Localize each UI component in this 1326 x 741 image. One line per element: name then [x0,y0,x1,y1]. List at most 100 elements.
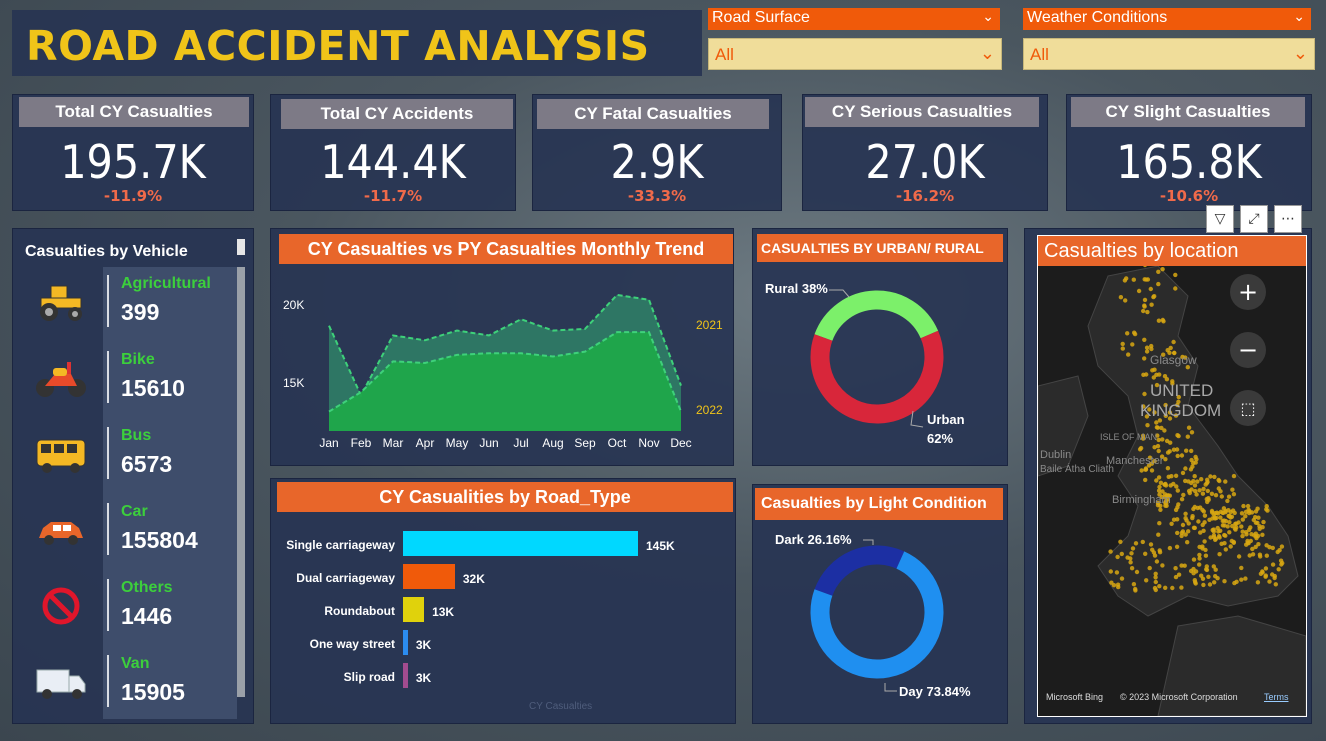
vehicle-name: Car [121,503,148,520]
location-point [1173,507,1179,513]
kpi-card-slight-casualties[interactable]: CY Slight Casualties 165.8K -10.6% [1066,94,1312,211]
location-point [1227,520,1232,525]
road-type-panel[interactable]: CY Casualities by Road_Type Single carri… [270,478,736,724]
location-point [1277,548,1282,553]
bar-category-label: One way street [309,637,395,651]
location-point [1125,555,1130,560]
location-point [1188,467,1194,472]
select-area-button[interactable]: ⬚ [1230,390,1266,426]
zoom-in-button[interactable]: + [1230,274,1266,310]
map-label: Glasgow [1150,353,1197,367]
location-point [1263,573,1268,578]
location-point [1179,585,1184,590]
location-point [1225,498,1230,504]
location-point [1190,515,1195,521]
location-point [1186,521,1191,526]
location-point [1206,574,1211,579]
series-label-2021: 2021 [696,318,723,332]
focus-mode-icon[interactable]: ⤢ [1240,205,1268,233]
weather-dropdown[interactable]: All ⌄ [1023,38,1315,70]
location-point [1142,356,1147,361]
list-item[interactable]: Bike 15610 [13,343,253,413]
location-point [1166,474,1171,479]
chevron-down-icon[interactable]: ⌄ [980,43,995,64]
kpi-card-serious-casualties[interactable]: CY Serious Casualties 27.0K -16.2% [802,94,1048,211]
trend-chart-panel[interactable]: CY Casualties vs PY Casualties Monthly T… [270,228,734,466]
location-point [1255,520,1260,526]
location-point [1192,525,1197,531]
chevron-down-icon[interactable]: ⌄ [982,8,994,25]
more-options-icon[interactable]: ⋯ [1274,205,1302,233]
x-tick-label: Nov [638,436,659,450]
location-point [1186,425,1192,430]
location-point [1193,460,1198,465]
location-point [1168,440,1173,445]
location-point [1158,507,1163,512]
location-point [1139,468,1144,473]
location-point [1261,519,1266,525]
map-canvas[interactable]: Glasgow UNITED KINGDOM ISLE OF MAN Dubli… [1037,235,1307,717]
location-point [1124,276,1129,281]
bar[interactable] [403,663,408,688]
list-item[interactable]: Van 15905 [13,647,253,717]
location-point [1145,309,1150,315]
location-point [1245,503,1251,509]
location-point [1222,541,1227,546]
location-point [1247,509,1252,514]
location-point [1219,494,1224,499]
list-item[interactable]: Agricultural 399 [13,267,253,337]
location-point [1191,506,1196,512]
location-point [1174,544,1180,549]
location-point [1228,544,1233,549]
location-point [1214,515,1219,521]
filter-icon[interactable]: ▽ [1206,205,1234,233]
chevron-down-icon[interactable]: ⌄ [1293,8,1305,25]
list-item[interactable]: Others 1446 [13,571,253,641]
location-point [1260,532,1265,537]
location-point [1201,486,1206,492]
zoom-out-button[interactable]: − [1230,332,1266,368]
location-point [1197,552,1202,558]
location-point [1157,521,1162,526]
location-point [1175,530,1180,536]
scroll-up-handle[interactable] [237,239,245,255]
bar[interactable] [403,531,638,556]
bar[interactable] [403,597,425,622]
urban-rural-donut[interactable] [753,269,1009,465]
list-item[interactable]: Bus 6573 [13,419,253,489]
kpi-card-fatal-casualties[interactable]: CY Fatal Casualties 2.9K -33.3% [532,94,782,211]
urban-rural-panel[interactable]: CASUALTIES BY URBAN/ RURAL Rural 38% Urb… [752,228,1008,466]
x-tick-label: Sep [574,436,596,450]
location-point [1191,557,1197,562]
location-point [1144,578,1149,583]
location-point [1108,549,1113,554]
vehicle-value: 6573 [121,451,173,477]
list-item[interactable]: Car 155804 [13,495,253,565]
road-surface-dropdown[interactable]: All ⌄ [708,38,1002,70]
map-title: Casualties by location [1038,236,1306,266]
location-point [1276,567,1281,572]
location-point [1126,352,1131,357]
bar-value-label: 3K [415,638,432,652]
location-point [1240,529,1245,534]
divider [107,579,109,631]
location-point [1140,539,1145,545]
uk-map[interactable]: Glasgow UNITED KINGDOM ISLE OF MAN Dubli… [1037,236,1307,717]
kpi-card-total-accidents[interactable]: Total CY Accidents 144.4K -11.7% [270,94,516,211]
trend-chart[interactable]: 20K 15K 2021 2022 Jan Feb Mar Apr May Jun Jul A… [271,269,735,465]
location-point [1120,346,1125,351]
location-point [1184,448,1189,453]
weather-label: Weather Conditions [1027,9,1168,26]
road-surface-slicer-header[interactable]: Road Surface ⌄ [708,8,1000,30]
bar[interactable] [403,630,408,655]
bar[interactable] [403,564,455,589]
terms-link[interactable]: Terms [1264,692,1289,702]
location-point [1144,349,1150,354]
chevron-down-icon[interactable]: ⌄ [1293,43,1308,64]
location-point [1156,437,1161,443]
light-condition-panel[interactable]: Casualties by Light Condition Dark 26.16… [752,484,1008,724]
map-panel[interactable]: Glasgow UNITED KINGDOM ISLE OF MAN Dubli… [1024,228,1312,724]
weather-slicer-header[interactable]: Weather Conditions ⌄ [1023,8,1311,30]
location-point [1173,473,1179,478]
kpi-card-total-casualties[interactable]: Total CY Casualties 195.7K -11.9% [12,94,254,211]
